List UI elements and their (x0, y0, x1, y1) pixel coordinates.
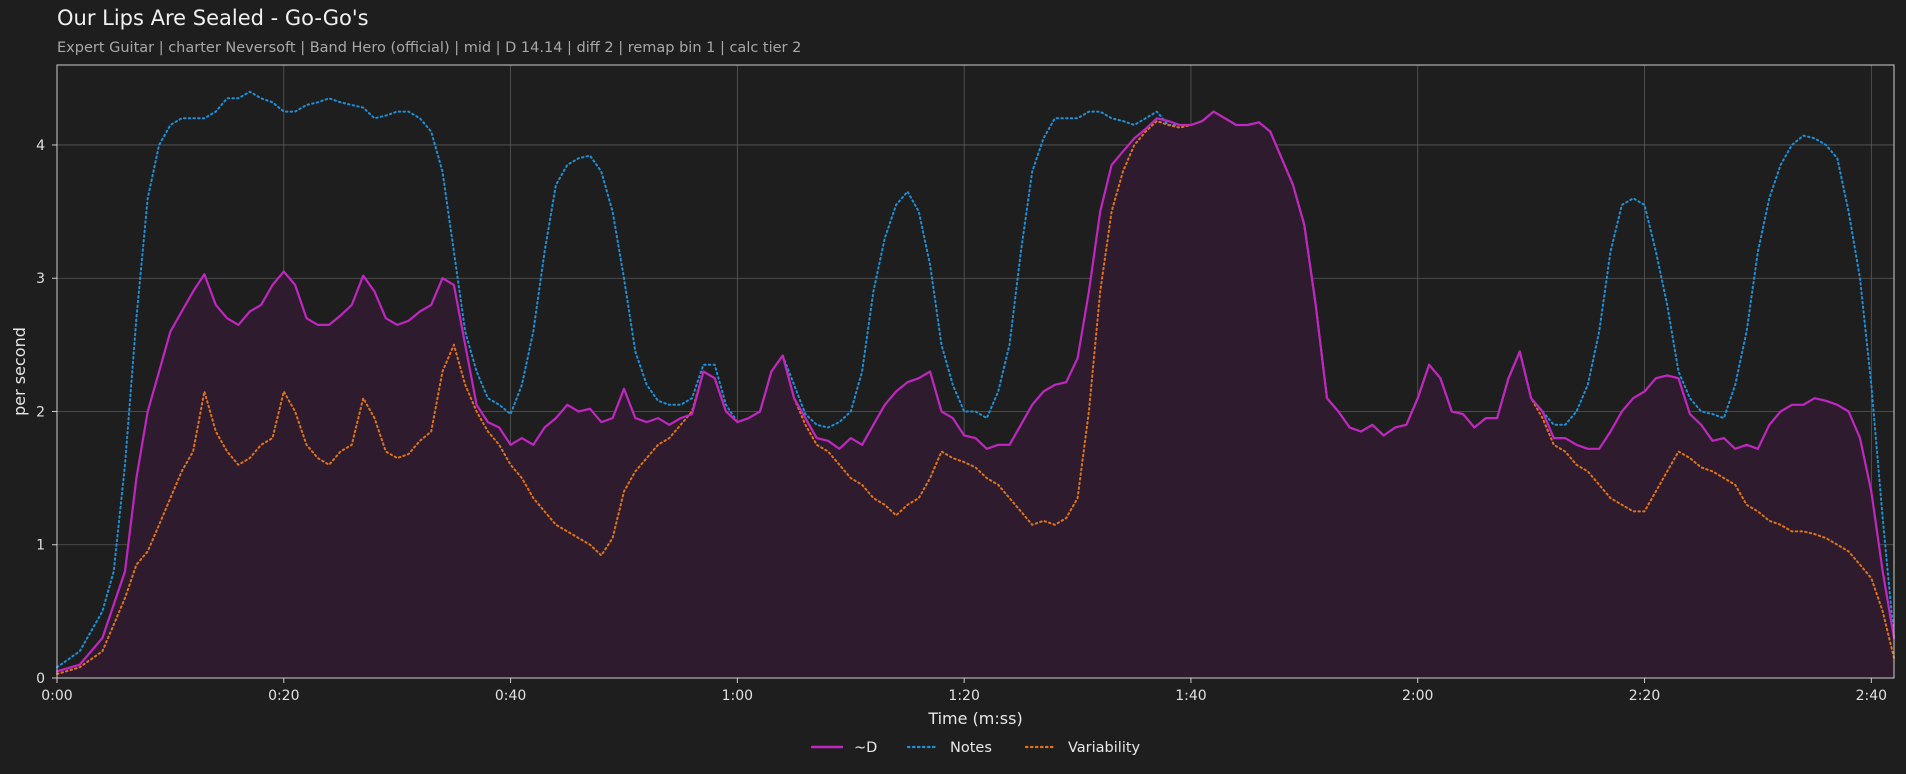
x-tick-label: 1:40 (1175, 688, 1206, 704)
x-tick-label: 2:40 (1856, 688, 1887, 704)
x-tick-label: 0:40 (495, 688, 526, 704)
legend-label-notes: Notes (950, 740, 992, 756)
x-axis-label: Time (m:ss) (927, 709, 1022, 728)
y-tick-label: 0 (36, 671, 45, 687)
x-tick-label: 1:20 (948, 688, 979, 704)
x-tick-label: 2:00 (1402, 688, 1433, 704)
d-area-fill (57, 111, 1894, 679)
x-tick-label: 0:20 (268, 688, 299, 704)
legend-label-variability: Variability (1068, 740, 1141, 756)
d-area (57, 111, 1894, 679)
y-tick-label: 2 (36, 404, 45, 420)
y-tick-label: 3 (36, 271, 45, 287)
legend-label-d: ~D (854, 740, 877, 756)
y-tick-label: 4 (36, 138, 45, 154)
x-tick-label: 0:00 (41, 688, 72, 704)
x-tick-label: 2:20 (1629, 688, 1660, 704)
x-tick-label: 1:00 (722, 688, 753, 704)
y-tick-label: 1 (36, 538, 45, 554)
legend: ~D Notes Variability (810, 740, 1141, 756)
y-axis-label: per second (10, 327, 29, 416)
line-chart: 0:00 0:20 0:40 1:00 1:20 1:40 2:00 2:20 2:40 0 1 2 3… (10, 64, 1896, 756)
